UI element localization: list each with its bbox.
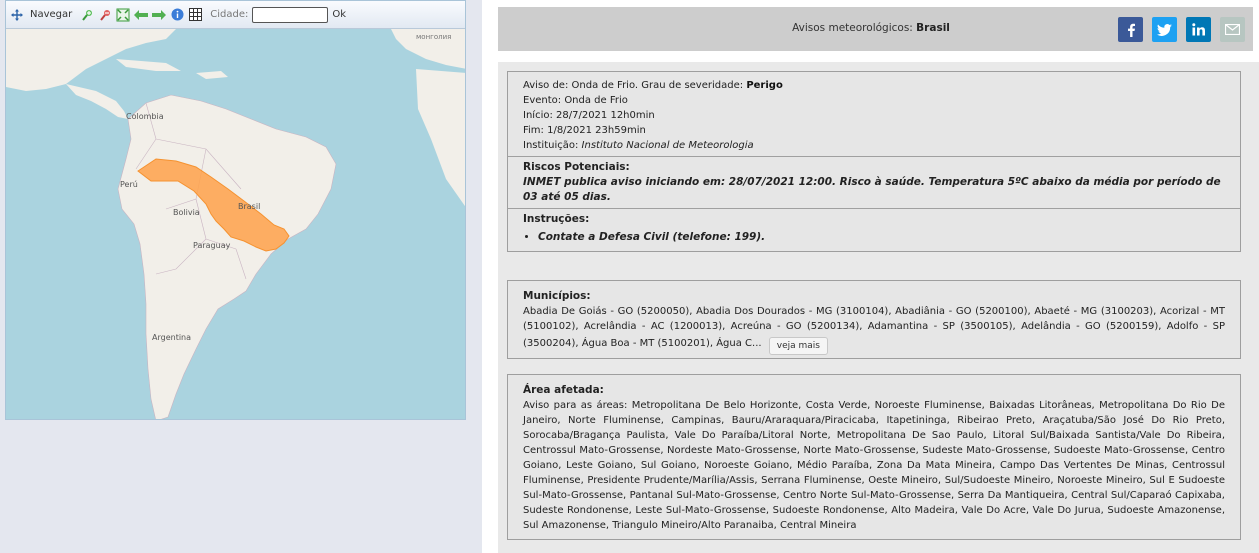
- risks-title: Riscos Potenciais:: [523, 161, 630, 173]
- zoom-out-icon[interactable]: [98, 7, 112, 23]
- arrow-left-icon[interactable]: [134, 7, 149, 23]
- info-icon[interactable]: [170, 7, 184, 23]
- header-title-prefix: Avisos meteorológicos:: [792, 22, 913, 34]
- alert-type-text: Aviso de: Onda de Frio. Grau de severida…: [523, 80, 744, 91]
- navigate-label[interactable]: Navegar: [30, 9, 72, 20]
- alert-event: Evento: Onda de Frio: [523, 95, 628, 106]
- ok-button[interactable]: Ok: [332, 9, 346, 20]
- instructions-title: Instruções:: [523, 213, 590, 225]
- header-title-country: Brasil: [916, 22, 950, 34]
- zoom-extent-icon[interactable]: [116, 7, 130, 23]
- instructions-list: Contate a Defesa Civil (telefone: 199).: [523, 230, 1225, 245]
- affected-area-title: Área afetada:: [523, 384, 604, 396]
- city-input[interactable]: [252, 6, 329, 23]
- alert-institution-line: Instituição: Instituto Nacional de Meteo…: [523, 138, 1225, 153]
- city-label: Cidade:: [210, 9, 249, 20]
- email-icon: [1225, 24, 1240, 35]
- pan-icon[interactable]: [10, 7, 24, 23]
- alert-severity: Perigo: [746, 80, 783, 91]
- header-bar: Avisos meteorológicos: Brasil: [498, 7, 1253, 51]
- email-share-button[interactable]: [1220, 17, 1245, 42]
- divider: [508, 208, 1240, 209]
- map-label-mongolia: монголия: [416, 33, 451, 41]
- divider: [508, 156, 1240, 157]
- alert-start: Início: 28/7/2021 12h0min: [523, 110, 655, 121]
- affected-area-text: Aviso para as áreas: Metropolitana De Be…: [523, 400, 1225, 531]
- map-panel: Navegar Cidade: Ok монголия Colombia Per…: [0, 0, 482, 553]
- arrow-right-icon[interactable]: [152, 7, 167, 23]
- linkedin-share-button[interactable]: [1186, 17, 1211, 42]
- alert-card: Aviso de: Onda de Frio. Grau de severida…: [507, 71, 1241, 252]
- content-area: Aviso de: Onda de Frio. Grau de severida…: [498, 62, 1259, 553]
- see-more-button[interactable]: veja mais: [768, 337, 828, 355]
- risks-text: INMET publica aviso iniciando em: 28/07/…: [523, 176, 1221, 203]
- linkedin-icon: [1192, 23, 1205, 36]
- map-canvas[interactable]: монголия Colombia Perú Brasil Bolivia Pa…: [6, 29, 466, 420]
- facebook-icon: [1127, 23, 1135, 37]
- municipalities-text-wrap: Abadia De Goiás - GO (5200050), Abadia D…: [523, 304, 1225, 355]
- facebook-share-button[interactable]: [1118, 17, 1143, 42]
- map-label-bolivia: Bolivia: [173, 208, 200, 217]
- municipalities-text: Abadia De Goiás - GO (5200050), Abadia D…: [523, 306, 1225, 349]
- map-label-paraguay: Paraguay: [193, 241, 231, 250]
- municipalities-card: Municípios: Abadia De Goiás - GO (520005…: [507, 280, 1241, 359]
- twitter-icon: [1157, 23, 1172, 36]
- map-toolbar: Navegar Cidade: Ok: [6, 1, 465, 29]
- municipalities-title: Municípios:: [523, 290, 591, 302]
- map-label-colombia: Colombia: [126, 112, 164, 121]
- affected-area-card: Área afetada: Aviso para as áreas: Metro…: [507, 374, 1241, 540]
- alert-end: Fim: 1/8/2021 23h59min: [523, 125, 646, 136]
- map-label-peru: Perú: [120, 180, 138, 189]
- alert-institution-value: Instituto Nacional de Meteorologia: [581, 140, 754, 151]
- alert-type-line: Aviso de: Onda de Frio. Grau de severida…: [523, 78, 1225, 93]
- instruction-item: Contate a Defesa Civil (telefone: 199).: [538, 230, 1225, 245]
- twitter-share-button[interactable]: [1152, 17, 1177, 42]
- map-container[interactable]: Navegar Cidade: Ok монголия Colombia Per…: [5, 0, 466, 420]
- zoom-in-icon[interactable]: [80, 7, 94, 23]
- alert-institution-label: Instituição:: [523, 140, 579, 151]
- map-label-brasil: Brasil: [238, 202, 260, 211]
- grid-icon[interactable]: [188, 7, 202, 23]
- map-label-argentina: Argentina: [152, 333, 191, 342]
